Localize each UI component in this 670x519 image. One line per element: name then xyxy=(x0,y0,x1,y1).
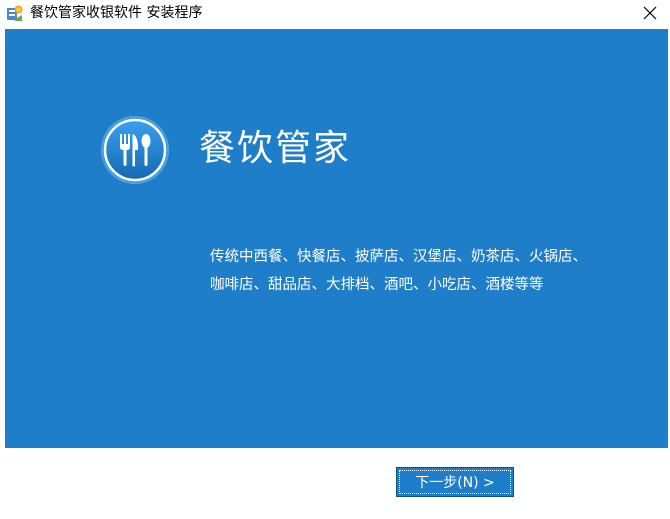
product-name: 餐饮管家 xyxy=(199,128,352,169)
description-line: 咖啡店、甜品店、大排档、酒吧、小吃店、酒楼等等 xyxy=(210,277,544,293)
installer-window: 餐饮管家收银软件 安装程序 餐饮管家 传统中西餐、快餐店、披萨店、汉堡店、奶茶店… xyxy=(0,0,670,519)
store-types-description: 传统中西餐、快餐店、披萨店、汉堡店、奶茶店、火锅店、 咖啡店、甜品店、大排档、酒… xyxy=(210,243,650,299)
description-line: 传统中西餐、快餐店、披萨店、汉堡店、奶茶店、火锅店、 xyxy=(210,249,587,265)
close-icon xyxy=(643,5,657,24)
utensils-logo-icon xyxy=(100,115,170,185)
close-button[interactable] xyxy=(630,0,670,28)
welcome-banner: 餐饮管家 传统中西餐、快餐店、披萨店、汉堡店、奶茶店、火锅店、 咖啡店、甜品店、… xyxy=(5,29,668,448)
title-bar: 餐饮管家收银软件 安装程序 xyxy=(0,0,670,28)
installer-app-icon xyxy=(6,4,24,22)
button-bar xyxy=(0,448,670,519)
next-button[interactable]: 下一步(N) > xyxy=(396,467,514,497)
window-title: 餐饮管家收银软件 安装程序 xyxy=(30,5,203,21)
